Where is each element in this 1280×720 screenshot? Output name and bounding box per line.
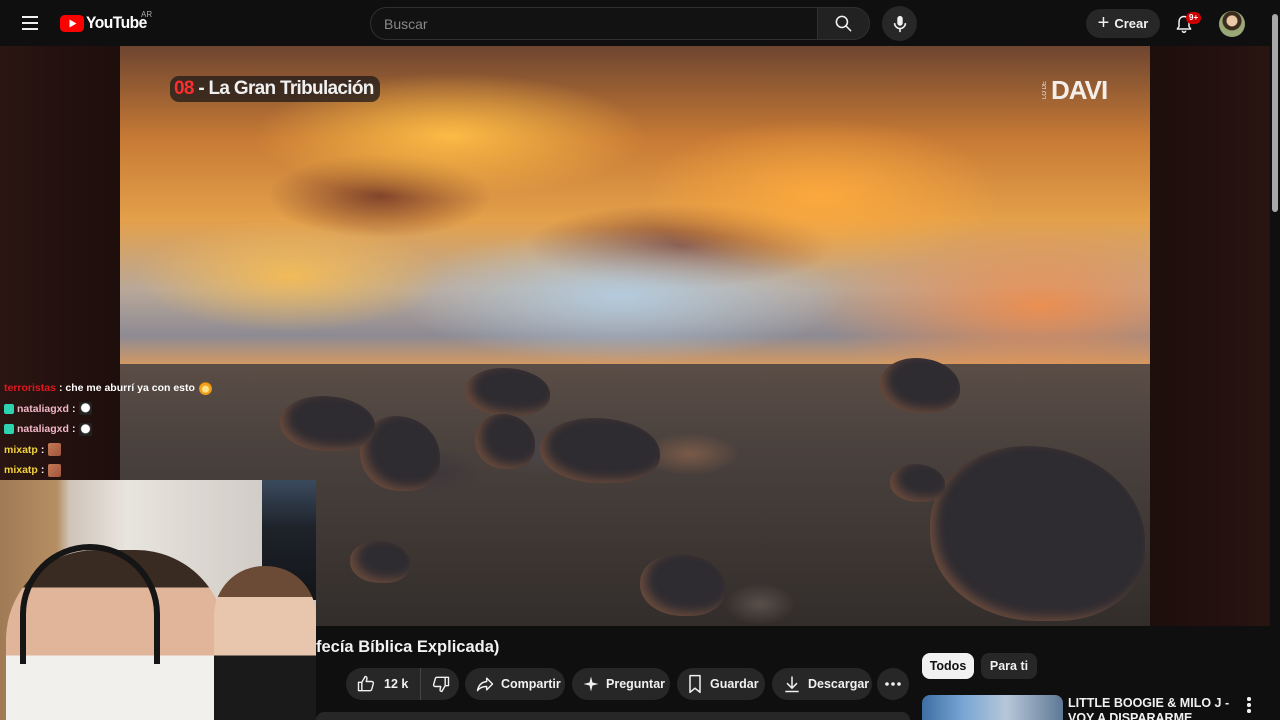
chat-username: nataliagxd [17, 423, 69, 436]
youtube-logo[interactable]: YouTube [60, 12, 152, 34]
more-horizontal-icon [885, 682, 901, 686]
ghost-emote-icon [79, 402, 93, 416]
thumbs-down-icon [433, 676, 450, 693]
chat-message: nataliagxd: [4, 419, 234, 440]
more-actions-button[interactable] [877, 668, 909, 700]
chat-username: mixatp [4, 443, 38, 456]
chat-message: nataliagxd: [4, 399, 234, 420]
plus-icon: + [1097, 11, 1110, 34]
region-code: AR [141, 10, 153, 19]
ghost-emote-icon [79, 422, 93, 436]
video-frame-rock [890, 464, 945, 502]
chat-text: : [71, 423, 76, 436]
bookmark-icon [689, 674, 701, 694]
stream-chat-overlay: terroristas: che me aburrí ya con esto na… [4, 378, 234, 481]
download-label: Descargar [808, 677, 870, 691]
dislike-button[interactable] [421, 668, 463, 700]
chat-username: nataliagxd [17, 402, 69, 415]
chat-badge-icon [4, 424, 14, 435]
recommendation-menu-button[interactable] [1240, 696, 1258, 714]
channel-watermark: LO DE DAVI [1042, 74, 1108, 105]
account-avatar[interactable] [1219, 11, 1245, 37]
watermark-big-text: DAVI [1051, 74, 1108, 105]
chip-all[interactable]: Todos [922, 653, 974, 679]
download-button[interactable]: Descargar [772, 668, 872, 700]
chat-text: : [71, 402, 76, 415]
youtube-play-icon [60, 14, 84, 32]
chip-for-you[interactable]: Para ti [981, 653, 1037, 679]
ask-label: Preguntar [606, 677, 666, 691]
chat-text: : [40, 443, 45, 456]
page-scrollbar-thumb[interactable] [1272, 14, 1278, 212]
fire-emote-icon [198, 381, 212, 395]
menu-icon [22, 16, 38, 18]
voice-search-button[interactable] [882, 6, 917, 41]
chat-badge-icon [4, 403, 14, 414]
description-box[interactable] [316, 712, 910, 720]
like-button[interactable]: 12 k [346, 668, 422, 700]
create-label: Crear [1114, 16, 1149, 31]
guide-menu-button[interactable] [12, 7, 48, 39]
dog-emote-icon [48, 443, 62, 457]
download-icon [785, 676, 799, 693]
recommendation-thumbnail[interactable] [922, 695, 1063, 720]
video-title: fecía Bíblica Explicada) [316, 638, 500, 656]
recommendation-title[interactable]: LITTLE BOOGIE & MILO J - VOY A DISPARARM… [1068, 696, 1240, 720]
create-button[interactable]: + Crear [1086, 9, 1160, 38]
chat-username: mixatp [4, 464, 38, 477]
sparkle-icon [583, 676, 599, 692]
like-dislike-group: 12 k [346, 668, 459, 700]
video-overlay-title: 08 - La Gran Tribulación [170, 76, 380, 102]
search-input[interactable] [370, 7, 817, 40]
chat-message: mixatp: [4, 440, 234, 461]
share-button[interactable]: Compartir [465, 668, 565, 700]
logo-text: YouTube [86, 13, 147, 32]
more-vertical-icon [1247, 697, 1251, 701]
video-overlay-title-number: 08 [174, 78, 194, 99]
chat-message: mixatp: [4, 460, 234, 481]
streamer-webcam-overlay [0, 480, 316, 720]
chat-text: : [40, 464, 45, 477]
video-frame-rock [350, 541, 410, 583]
save-label: Guardar [710, 677, 759, 691]
ask-button[interactable]: Preguntar [572, 668, 670, 700]
chat-message: terroristas: che me aburrí ya con esto [4, 378, 234, 399]
masthead: YouTube AR + Crear 9+ [0, 0, 1280, 46]
webcam-person-right [214, 566, 316, 720]
video-overlay-title-text: - La Gran Tribulación [193, 78, 374, 99]
search-icon [835, 15, 852, 32]
share-label: Compartir [501, 677, 561, 691]
search-box [370, 7, 870, 40]
mic-icon [893, 15, 906, 32]
notifications-badge: 9+ [1186, 12, 1202, 24]
chat-username: terroristas [4, 382, 56, 395]
search-button[interactable] [817, 7, 870, 40]
watermark-small-text: LO DE [1042, 80, 1048, 99]
like-count: 12 k [384, 677, 409, 691]
save-button[interactable]: Guardar [677, 668, 765, 700]
dog-emote-icon [48, 463, 62, 477]
chat-text: : che me aburrí ya con esto [58, 382, 195, 395]
share-icon [476, 677, 494, 692]
thumbs-up-icon [357, 675, 375, 692]
